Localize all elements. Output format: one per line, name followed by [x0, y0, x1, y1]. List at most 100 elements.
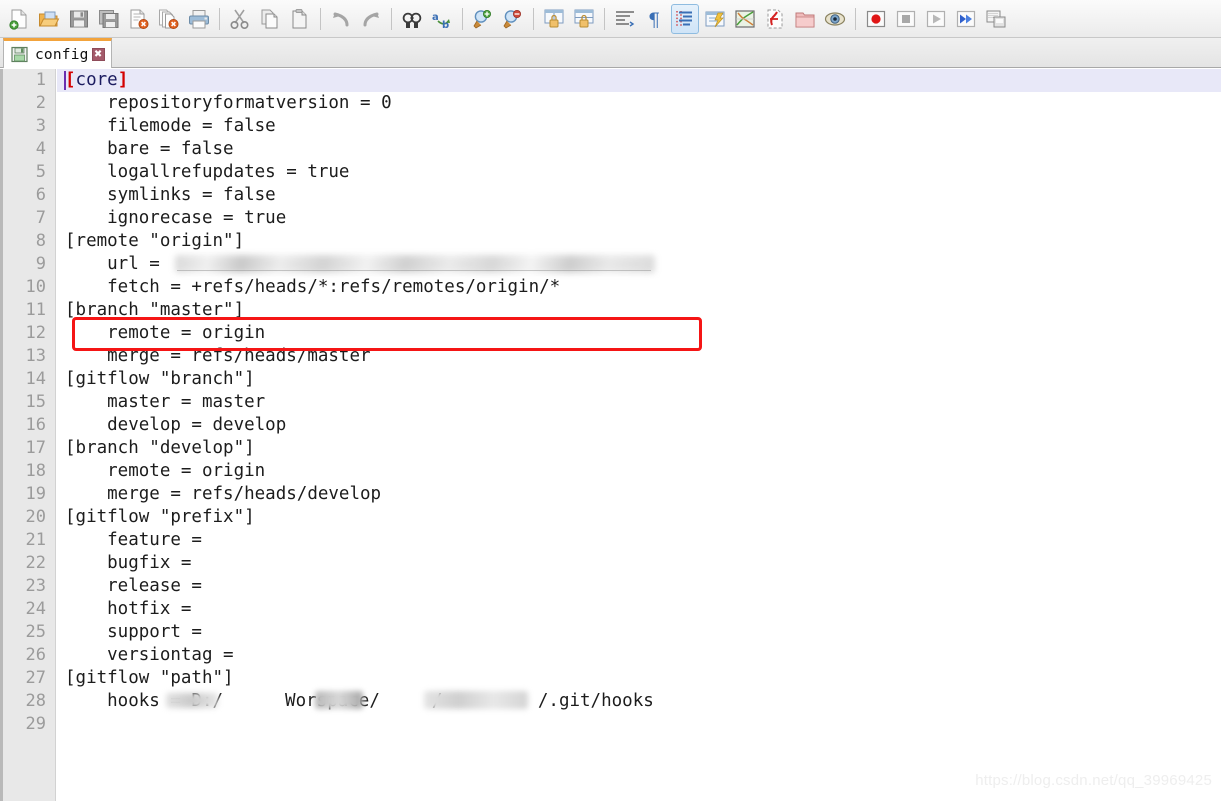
code-line[interactable]: [branch "master"]	[57, 299, 244, 322]
hooks-tail: /.git/hooks	[537, 691, 654, 711]
function-list-button[interactable]	[761, 4, 789, 34]
watermark-text: https://blog.csdn.net/qq_39969425	[975, 772, 1212, 789]
line-number: 19	[25, 484, 46, 504]
toolbar: a b ¶	[0, 0, 1221, 38]
indent-guide-button[interactable]	[671, 3, 699, 34]
zoom-out-button[interactable]	[499, 4, 527, 34]
code-line[interactable]: master = master	[57, 391, 265, 414]
code-line[interactable]: develop = develop	[57, 414, 286, 437]
code-line[interactable]: logallrefupdates = true	[57, 161, 349, 184]
line-number-gutter: 1 2 3 4 5 6 7 8 9 10 11 12 13 14 15 16 1…	[0, 69, 56, 801]
toolbar-separator	[855, 7, 856, 30]
line-number: 15	[25, 392, 46, 412]
tab-config[interactable]: config ✖	[3, 38, 112, 68]
redacted-path-blur-3	[424, 691, 528, 709]
sync-horizontal-scroll-button[interactable]	[570, 4, 598, 34]
line-number: 3	[35, 116, 46, 136]
code-line[interactable]: bare = false	[57, 138, 233, 161]
code-line[interactable]: remote = origin	[57, 460, 265, 483]
svg-text:b: b	[442, 20, 449, 30]
save-all-button[interactable]	[95, 4, 123, 34]
bracket-close: ]	[117, 70, 129, 90]
print-button[interactable]	[185, 4, 213, 34]
undo-button[interactable]	[327, 4, 355, 34]
code-line[interactable]: [gitflow "path"]	[57, 667, 234, 690]
code-line[interactable]: [remote "origin"]	[57, 230, 244, 253]
code-line[interactable]: feature =	[57, 529, 202, 552]
monitoring-button[interactable]	[821, 4, 849, 34]
show-all-characters-button[interactable]: ¶	[641, 4, 669, 34]
toolbar-separator	[320, 7, 321, 30]
code-line[interactable]: hotfix =	[57, 598, 191, 621]
code-line[interactable]: versiontag =	[57, 644, 233, 667]
redacted-path-blur-2	[315, 691, 363, 709]
play-macro-button[interactable]	[922, 4, 950, 34]
code-line[interactable]: remote = origin	[57, 322, 265, 345]
code-line[interactable]: filemode = false	[57, 115, 276, 138]
line-number: 8	[35, 231, 46, 251]
line-number: 26	[25, 645, 46, 665]
code-line[interactable]: repositoryformatversion = 0	[57, 92, 391, 115]
line-number: 9	[35, 254, 46, 274]
code-line[interactable]: bugfix =	[57, 552, 191, 575]
new-file-button[interactable]	[5, 4, 33, 34]
code-line[interactable]: [gitflow "branch"]	[57, 368, 255, 391]
cut-button[interactable]	[226, 4, 254, 34]
line-number: 4	[35, 139, 46, 159]
line-number: 25	[25, 622, 46, 642]
close-button[interactable]	[125, 4, 153, 34]
toolbar-separator	[219, 7, 220, 30]
record-macro-button[interactable]	[862, 4, 890, 34]
toolbar-separator	[533, 7, 534, 30]
line-number: 22	[25, 553, 46, 573]
word-wrap-button[interactable]	[611, 4, 639, 34]
code-line[interactable]	[57, 713, 65, 736]
code-line[interactable]: release =	[57, 575, 202, 598]
stop-recording-button[interactable]	[892, 4, 920, 34]
folder-as-workspace-button[interactable]	[791, 4, 819, 34]
paste-button[interactable]	[286, 4, 314, 34]
code-line[interactable]: ignorecase = true	[57, 207, 286, 230]
line-number: 29	[25, 714, 46, 734]
close-icon[interactable]: ✖	[91, 48, 105, 61]
document-map-button[interactable]	[731, 4, 759, 34]
run-macro-multiple-button[interactable]	[952, 4, 980, 34]
code-line[interactable]: [gitflow "prefix"]	[57, 506, 255, 529]
floppy-disk-icon	[11, 46, 28, 63]
save-macro-button[interactable]	[982, 4, 1010, 34]
line-number: 18	[25, 461, 46, 481]
svg-text:¶: ¶	[648, 9, 660, 30]
redo-button[interactable]	[357, 4, 385, 34]
user-define-dialog-button[interactable]	[701, 4, 729, 34]
code-line-url[interactable]: url =	[57, 253, 170, 276]
line-number: 14	[25, 369, 46, 389]
line-number: 16	[25, 415, 46, 435]
code-line[interactable]: merge = refs/heads/develop	[57, 483, 381, 506]
line-number: 21	[25, 530, 46, 550]
code-line[interactable]: symlinks = false	[57, 184, 276, 207]
line-number: 12	[25, 323, 46, 343]
sync-vertical-scroll-button[interactable]	[540, 4, 568, 34]
zoom-in-button[interactable]	[469, 4, 497, 34]
replace-button[interactable]: a b	[428, 4, 456, 34]
toolbar-separator	[604, 7, 605, 30]
line-number: 2	[35, 93, 46, 113]
line-number: 24	[25, 599, 46, 619]
save-button[interactable]	[65, 4, 93, 34]
code-line[interactable]: [core]	[57, 69, 128, 92]
code-line[interactable]: fetch = +refs/heads/*:refs/remotes/origi…	[57, 276, 560, 299]
code-line[interactable]: merge = refs/heads/master	[57, 345, 370, 368]
open-file-button[interactable]	[35, 4, 63, 34]
copy-button[interactable]	[256, 4, 284, 34]
close-all-button[interactable]	[155, 4, 183, 34]
code-line[interactable]: [branch "develop"]	[57, 437, 255, 460]
find-button[interactable]	[398, 4, 426, 34]
notepadpp-window: a b ¶ config ✖ 1 2 3 4 5 6 7 8 9 10 11 1…	[0, 0, 1221, 801]
line-number: 23	[25, 576, 46, 596]
line-number: 5	[35, 162, 46, 182]
tab-label: config	[35, 46, 89, 63]
line-number: 1	[35, 70, 46, 90]
code-editor[interactable]: 1 2 3 4 5 6 7 8 9 10 11 12 13 14 15 16 1…	[0, 69, 1221, 801]
code-line[interactable]: support =	[57, 621, 202, 644]
code-text-area[interactable]: [core] repositoryformatversion = 0 filem…	[57, 69, 1221, 801]
